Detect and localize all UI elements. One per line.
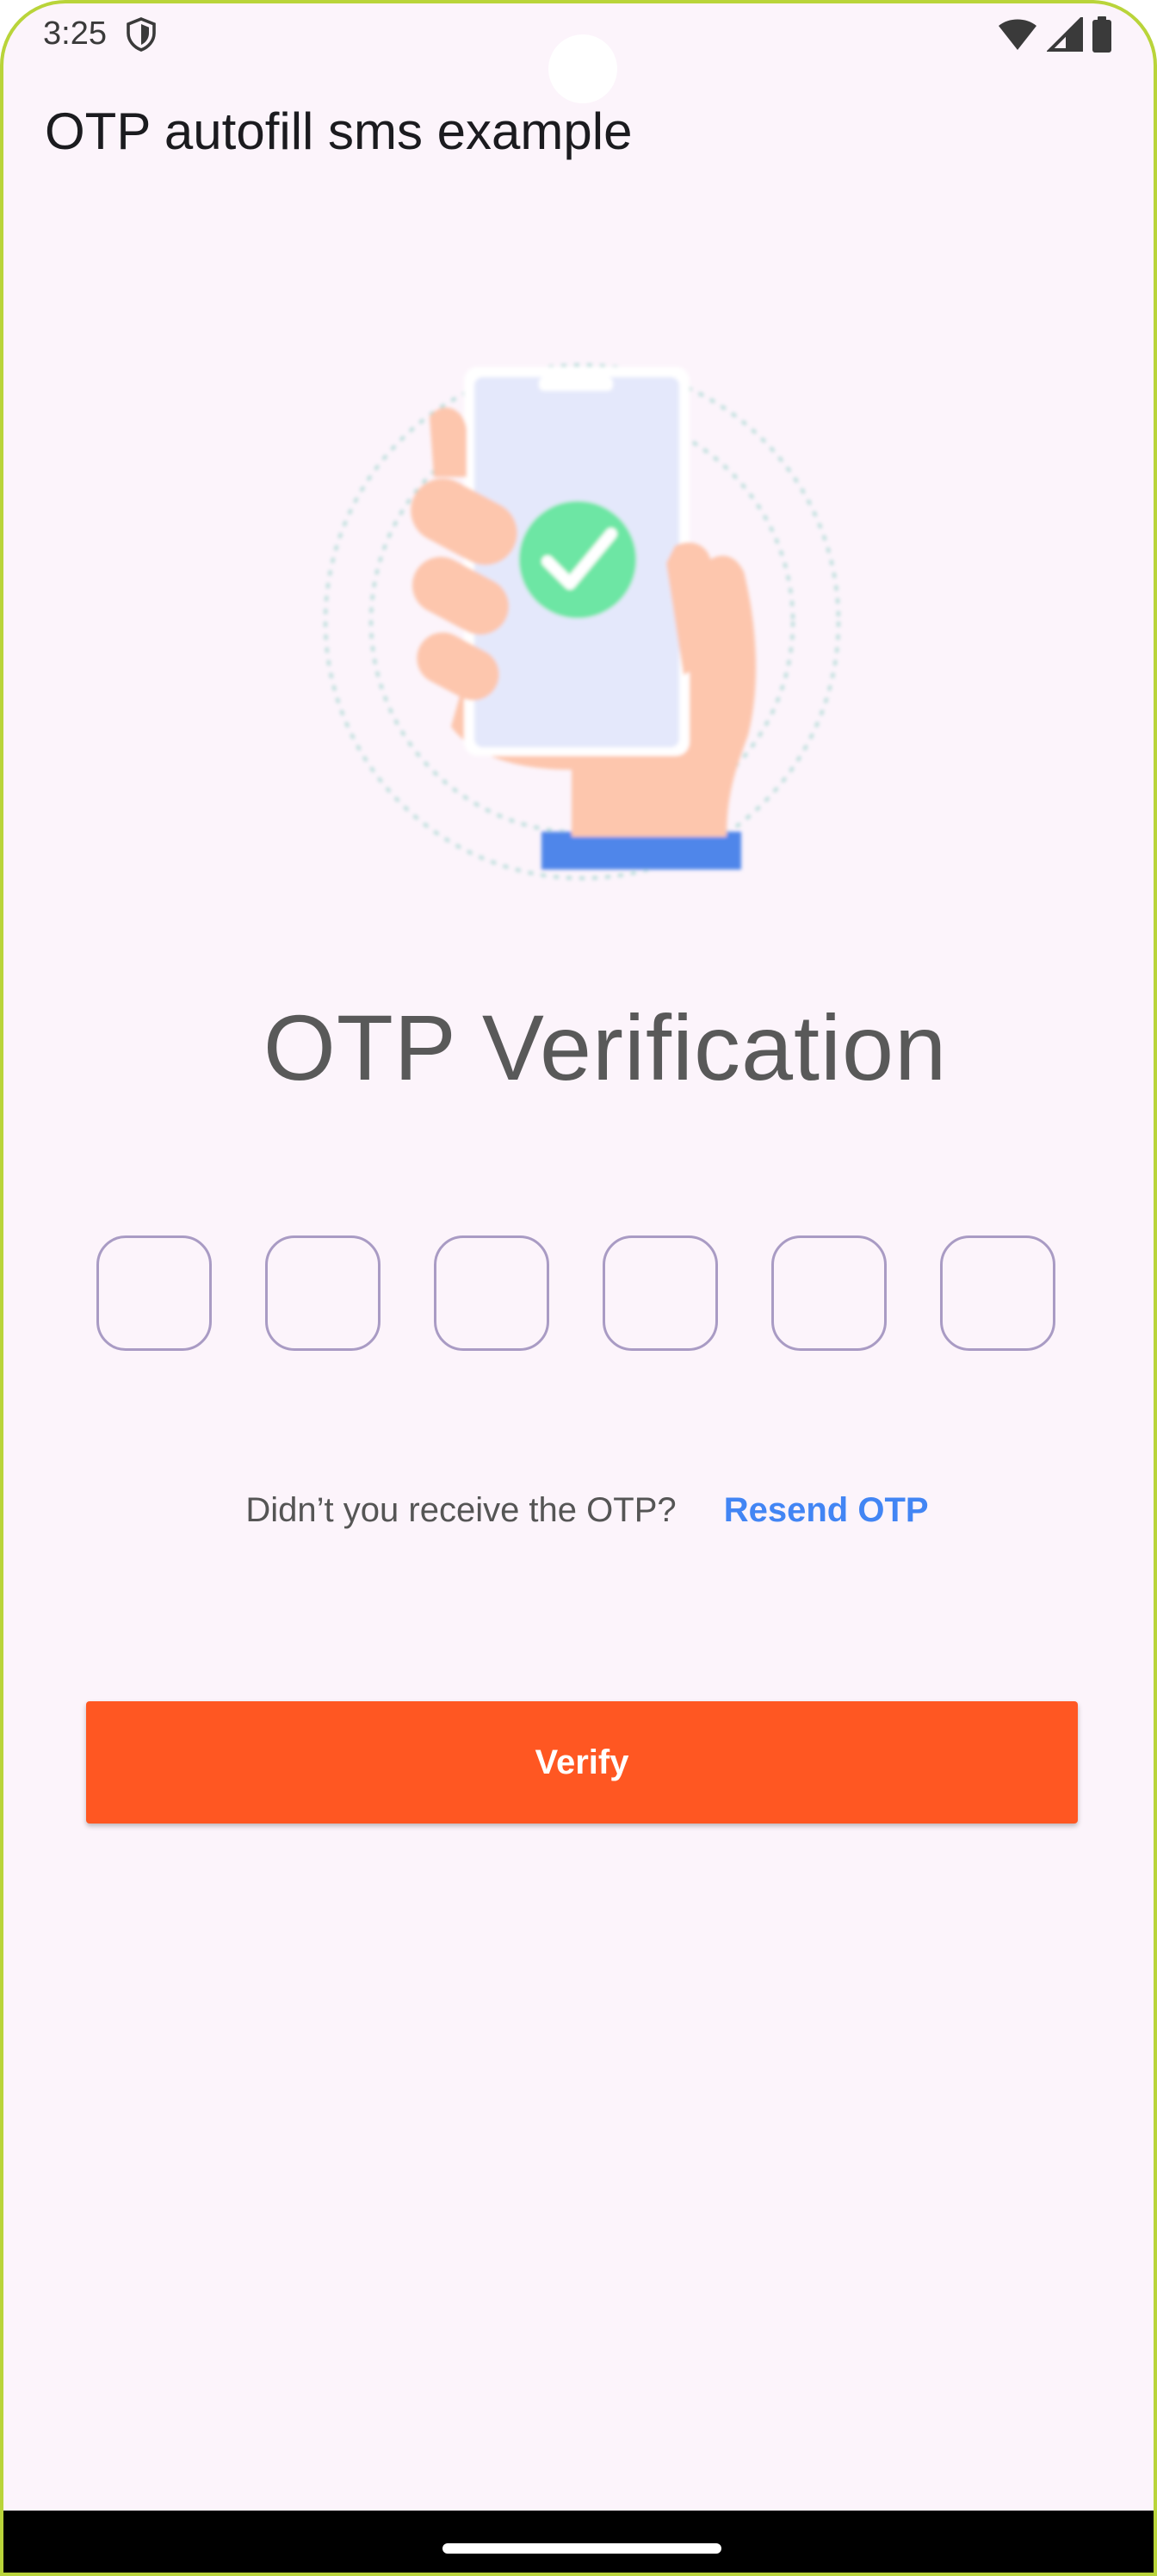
verify-button[interactable]: Verify <box>86 1701 1078 1824</box>
otp-input-group <box>96 1235 1055 1351</box>
system-navigation-bar <box>3 2511 1154 2573</box>
phone-screen: 3:25 OTP autofill sms example OTP Verifi… <box>0 0 1157 2576</box>
wifi-icon <box>999 19 1036 50</box>
otp-digit-2[interactable] <box>265 1235 381 1351</box>
camera-cutout <box>548 34 617 103</box>
battery-icon <box>1092 16 1111 53</box>
phone-verified-illustration <box>324 363 840 880</box>
otp-digit-4[interactable] <box>603 1235 718 1351</box>
otp-digit-1[interactable] <box>96 1235 212 1351</box>
resend-question-text: Didn’t you receive the OTP? <box>245 1491 677 1529</box>
otp-digit-3[interactable] <box>434 1235 549 1351</box>
status-icons <box>997 15 1112 53</box>
home-indicator[interactable] <box>442 2543 721 2554</box>
app-bar-title: OTP autofill sms example <box>45 102 633 160</box>
resend-row: Didn’t you receive the OTP? Resend OTP <box>3 1491 1154 1530</box>
signal-icon <box>1047 17 1083 52</box>
shield-icon <box>127 17 156 52</box>
otp-digit-5[interactable] <box>771 1235 887 1351</box>
status-time: 3:25 <box>43 15 107 52</box>
status-bar: 3:25 <box>3 3 1154 103</box>
otp-verification-heading: OTP Verification <box>263 995 948 1099</box>
otp-digit-6[interactable] <box>940 1235 1055 1351</box>
resend-otp-link[interactable]: Resend OTP <box>724 1491 929 1529</box>
